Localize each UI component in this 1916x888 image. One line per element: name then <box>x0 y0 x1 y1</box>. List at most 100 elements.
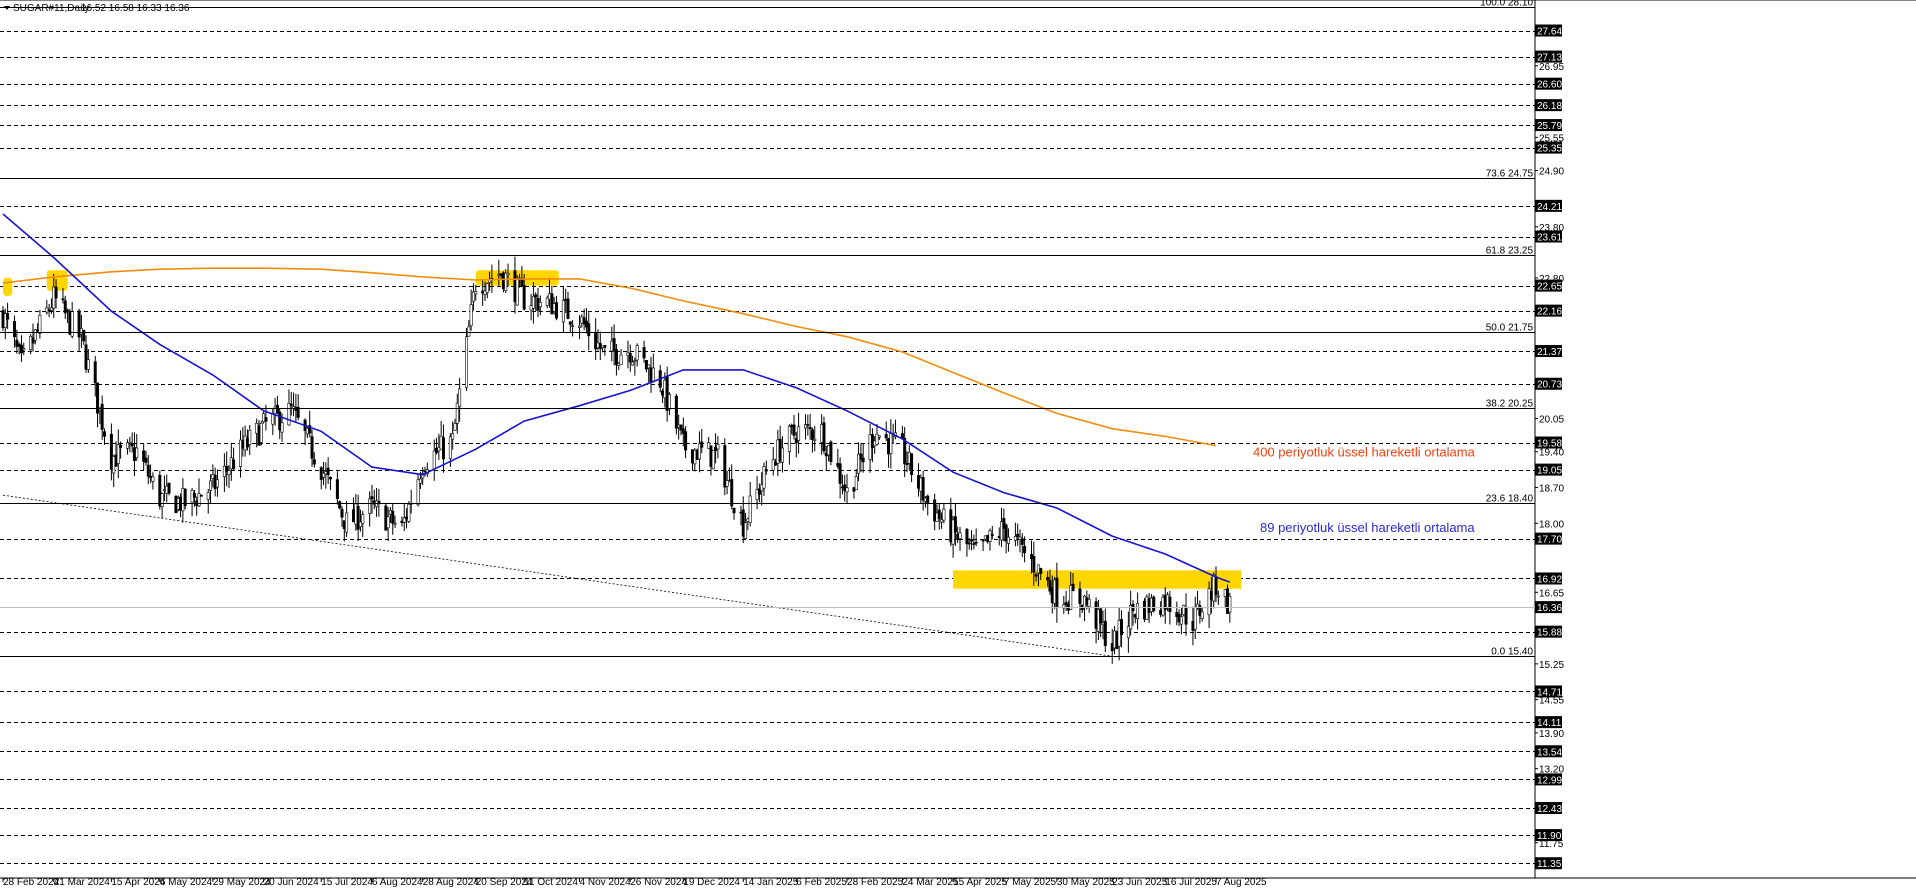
candle <box>711 450 715 470</box>
price-box-label: 13.54 <box>1537 747 1562 758</box>
candle-body <box>485 283 489 293</box>
candle-body <box>1013 536 1017 541</box>
fib-label: 73.6 24.75 <box>1486 169 1534 180</box>
price-box: 25.35 <box>1535 141 1562 155</box>
candle-body <box>338 501 342 509</box>
candle-body <box>1006 536 1010 544</box>
price-box: 14.71 <box>1535 685 1562 698</box>
candle-body <box>619 354 623 366</box>
candle-body <box>151 476 155 482</box>
candle-body <box>628 352 632 363</box>
candle-body <box>700 441 704 448</box>
candle-body <box>86 359 90 370</box>
time-tick-label: 15 Apr 2025 <box>953 877 1007 888</box>
price-box-label: 15.88 <box>1537 628 1562 639</box>
candle-body <box>1034 574 1038 577</box>
candle <box>199 494 203 497</box>
candle-body <box>965 528 969 545</box>
candle-body <box>248 429 252 445</box>
candle-body <box>972 543 976 545</box>
candle-body <box>227 470 231 475</box>
candle-body <box>418 478 422 484</box>
candle-body <box>877 435 881 438</box>
candle-body <box>1087 599 1091 607</box>
candle-body <box>469 304 473 327</box>
price-tick-label: 16.65 <box>1539 588 1564 599</box>
candle-body <box>361 514 365 524</box>
candle-body <box>651 367 655 383</box>
chart-window[interactable]: 100.0 28.10 73.6 24.75 61.8 23.25 50.0 21.7… <box>0 0 1916 888</box>
candle-body <box>744 522 748 539</box>
candle-body <box>561 300 565 323</box>
candle-body <box>667 394 671 410</box>
candle-body <box>448 436 452 459</box>
candle-body <box>1136 602 1140 620</box>
candle-body <box>631 361 635 366</box>
time-tick-label: 23 Jun 2025 <box>1112 877 1167 888</box>
time-tick-label: 7 May 2025 <box>1004 877 1057 888</box>
candle-body <box>1228 596 1232 613</box>
price-box: 26.60 <box>1535 77 1562 91</box>
candle-body <box>903 438 907 465</box>
time-tick-label: 19 Dec 2024 <box>683 877 740 888</box>
candle-body <box>370 496 374 500</box>
price-box-label: 26.18 <box>1537 101 1562 112</box>
time-axis: 28 Feb 202421 Mar 2024 15 Apr 20246 May 2… <box>2 877 1267 888</box>
price-box: 11.90 <box>1535 829 1562 842</box>
candle-body <box>66 309 70 312</box>
price-tick-label: 24.90 <box>1539 167 1564 178</box>
ohlc-label: 16.52 16.58 16.33 16.36 <box>81 3 190 14</box>
price-box-label: 25.35 <box>1537 144 1562 155</box>
price-box-label: 24.21 <box>1537 202 1562 213</box>
candle-body <box>1032 555 1036 573</box>
candle-body <box>937 509 941 519</box>
time-tick-label: 26 Nov 2024 <box>630 877 687 888</box>
candle <box>674 393 678 435</box>
candle-body <box>861 457 865 463</box>
candle-body <box>1103 620 1107 646</box>
candle-body <box>810 429 814 440</box>
fib-label: 23.6 18.40 <box>1486 494 1534 505</box>
candle-body <box>813 438 817 441</box>
candle-body <box>1039 568 1043 574</box>
time-tick-label: 14 Jan 2025 <box>743 877 798 888</box>
symbol-label: SUGAR#11,Daily <box>13 3 90 14</box>
time-tick-label: 28 Feb 2024 <box>3 877 60 888</box>
price-box-label: 20.73 <box>1537 380 1562 391</box>
candle-body <box>967 542 971 545</box>
candle-body <box>160 493 164 507</box>
candle-body <box>926 495 930 504</box>
candle-body <box>259 422 263 443</box>
candle-body <box>128 441 132 444</box>
candle-body <box>647 364 651 369</box>
candle-body <box>1193 606 1197 630</box>
candle-body <box>287 403 291 426</box>
candle-body <box>368 498 372 514</box>
candle-body <box>119 444 123 448</box>
candle <box>259 420 263 446</box>
candle-body <box>135 447 139 459</box>
price-box: 12.99 <box>1535 773 1562 786</box>
candle-body <box>748 495 752 523</box>
candle-body <box>453 423 457 431</box>
candle-body <box>988 530 992 542</box>
price-box-label: 11.90 <box>1537 831 1562 842</box>
fib-label: 100.0 28.10 <box>1480 0 1533 9</box>
candle-body <box>780 447 784 463</box>
price-chart[interactable]: 100.0 28.10 73.6 24.75 61.8 23.25 50.0 21.7… <box>0 0 1916 888</box>
price-box-label: 12.99 <box>1537 775 1562 786</box>
price-box: 21.37 <box>1535 345 1562 358</box>
price-box-label: 21.37 <box>1537 347 1562 358</box>
time-tick-label: 24 Mar 2025 <box>902 877 959 888</box>
candle-body <box>280 422 284 433</box>
candle-body <box>465 336 469 388</box>
candle-body <box>566 298 570 320</box>
price-box: 23.61 <box>1535 230 1562 244</box>
candle-body <box>451 433 455 440</box>
price-box-label: 11.35 <box>1537 859 1562 870</box>
candle-body <box>416 479 420 506</box>
price-box: 27.64 <box>1535 24 1562 38</box>
candle-body <box>102 431 106 437</box>
candle-body <box>822 422 826 452</box>
price-box-label: 19.58 <box>1537 439 1562 450</box>
